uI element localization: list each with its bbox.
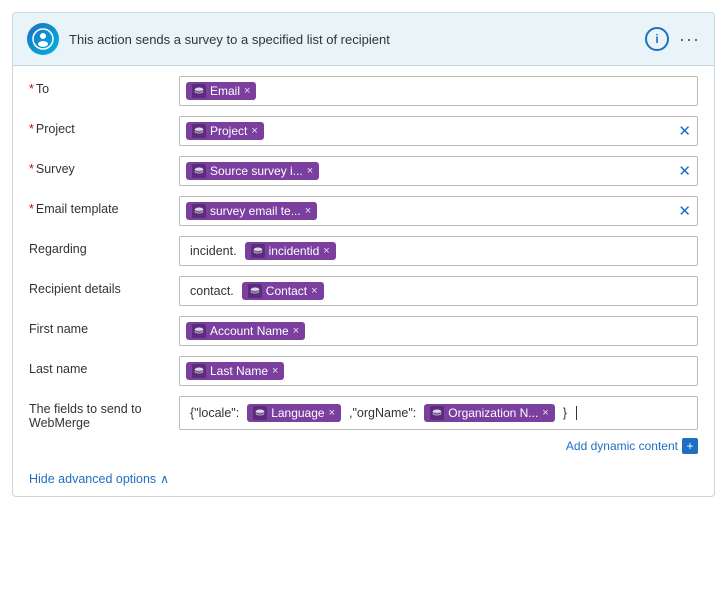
chip-incidentid[interactable]: incidentid ×: [245, 242, 336, 260]
hide-advanced-options[interactable]: Hide advanced options ∧: [13, 464, 714, 496]
field-survey: *Survey Source survey i... × ✕: [29, 156, 698, 188]
chip-close-icon[interactable]: ×: [323, 245, 329, 257]
field-to: *To Email ×: [29, 76, 698, 108]
card-header: This action sends a survey to a specifie…: [13, 13, 714, 66]
chip-close-icon[interactable]: ×: [251, 125, 257, 137]
chip-close-icon[interactable]: ×: [244, 85, 250, 97]
more-options-icon[interactable]: ···: [679, 29, 700, 50]
chip-label: incidentid: [269, 244, 320, 258]
chip-db-icon: [192, 84, 206, 98]
chip-db-icon: [192, 124, 206, 138]
field-clear-icon[interactable]: ✕: [678, 162, 691, 180]
chip-language[interactable]: Language ×: [247, 404, 341, 422]
field-clear-icon[interactable]: ✕: [678, 122, 691, 140]
app-logo: [27, 23, 59, 55]
chip-db-icon: [192, 324, 206, 338]
chip-close-icon[interactable]: ×: [307, 165, 313, 177]
chip-db-icon: [192, 364, 206, 378]
field-last-name: Last name Last Name ×: [29, 356, 698, 388]
label-webmerge: The fields to send to WebMerge: [29, 396, 179, 430]
card-title: This action sends a survey to a specifie…: [69, 32, 635, 47]
chip-survey[interactable]: Source survey i... ×: [186, 162, 319, 180]
field-regarding: Regarding incident. incidentid ×: [29, 236, 698, 268]
chip-db-icon: [430, 406, 444, 420]
info-icon[interactable]: i: [645, 27, 669, 51]
chip-label: Contact: [266, 284, 307, 298]
input-to[interactable]: Email ×: [179, 76, 698, 106]
chip-label: Project: [210, 124, 247, 138]
input-recipient-details[interactable]: contact. Contact ×: [179, 276, 698, 306]
chip-db-icon: [248, 284, 262, 298]
chip-label: Organization N...: [448, 406, 538, 420]
chip-project[interactable]: Project ×: [186, 122, 264, 140]
field-clear-icon[interactable]: ✕: [678, 202, 691, 220]
dynamic-content-label: Add dynamic content: [566, 439, 678, 453]
chip-label: Last Name: [210, 364, 268, 378]
field-recipient-details: Recipient details contact. Contact ×: [29, 276, 698, 308]
label-email-template: *Email template: [29, 196, 179, 216]
form-body: *To Email × *Project: [13, 66, 714, 464]
chip-close-icon[interactable]: ×: [293, 325, 299, 337]
chip-close-icon[interactable]: ×: [305, 205, 311, 217]
chip-close-icon[interactable]: ×: [272, 365, 278, 377]
chip-db-icon: [192, 204, 206, 218]
label-to: *To: [29, 76, 179, 96]
chip-contact[interactable]: Contact ×: [242, 282, 324, 300]
field-first-name: First name Account Name ×: [29, 316, 698, 348]
chip-label: Email: [210, 84, 240, 98]
chevron-up-icon: ∧: [160, 472, 169, 486]
label-survey: *Survey: [29, 156, 179, 176]
chip-close-icon[interactable]: ×: [311, 285, 317, 297]
label-recipient-details: Recipient details: [29, 276, 179, 296]
header-icons: i ···: [645, 27, 700, 51]
chip-db-icon: [192, 164, 206, 178]
prefix-contact: contact.: [186, 282, 238, 300]
cursor: [576, 406, 577, 420]
add-dynamic-content[interactable]: Add dynamic content +: [29, 438, 698, 454]
chip-close-icon[interactable]: ×: [329, 407, 335, 419]
field-project: *Project Project × ✕: [29, 116, 698, 148]
chip-label: Language: [271, 406, 324, 420]
action-card: This action sends a survey to a specifie…: [12, 12, 715, 497]
chip-label: survey email te...: [210, 204, 301, 218]
chip-org-name[interactable]: Organization N... ×: [424, 404, 554, 422]
input-last-name[interactable]: Last Name ×: [179, 356, 698, 386]
input-survey[interactable]: Source survey i... × ✕: [179, 156, 698, 186]
label-first-name: First name: [29, 316, 179, 336]
chip-account-name[interactable]: Account Name ×: [186, 322, 305, 340]
chip-db-icon: [251, 244, 265, 258]
field-webmerge: The fields to send to WebMerge {"locale"…: [29, 396, 698, 430]
label-last-name: Last name: [29, 356, 179, 376]
suffix-brace: }: [559, 404, 571, 422]
input-regarding[interactable]: incident. incidentid ×: [179, 236, 698, 266]
hide-advanced-label: Hide advanced options: [29, 472, 156, 486]
chip-db-icon: [253, 406, 267, 420]
chip-email-template[interactable]: survey email te... ×: [186, 202, 317, 220]
prefix-orgname: ,"orgName":: [345, 404, 420, 422]
label-regarding: Regarding: [29, 236, 179, 256]
label-project: *Project: [29, 116, 179, 136]
dynamic-plus-icon[interactable]: +: [682, 438, 698, 454]
input-webmerge[interactable]: {"locale": Language × ,"orgName": Organi…: [179, 396, 698, 430]
prefix-locale: {"locale":: [186, 404, 243, 422]
chip-last-name[interactable]: Last Name ×: [186, 362, 284, 380]
input-email-template[interactable]: survey email te... × ✕: [179, 196, 698, 226]
input-project[interactable]: Project × ✕: [179, 116, 698, 146]
chip-close-icon[interactable]: ×: [542, 407, 548, 419]
chip-email[interactable]: Email ×: [186, 82, 256, 100]
input-first-name[interactable]: Account Name ×: [179, 316, 698, 346]
field-email-template: *Email template survey email te... × ✕: [29, 196, 698, 228]
chip-label: Source survey i...: [210, 164, 303, 178]
chip-label: Account Name: [210, 324, 289, 338]
prefix-incident: incident.: [186, 242, 241, 260]
